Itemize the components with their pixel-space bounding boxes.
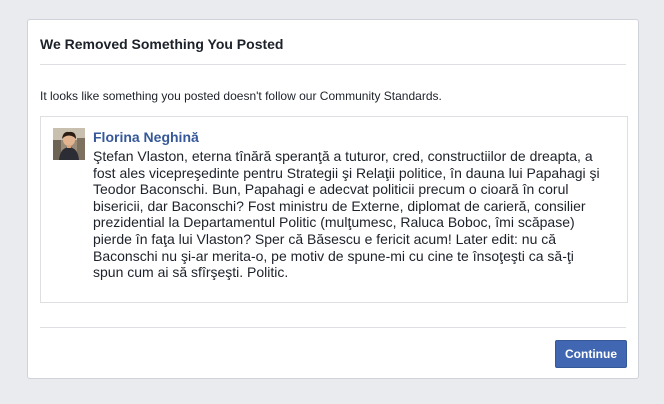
dialog-message: It looks like something you posted doesn… [40,89,442,103]
footer-divider [40,327,626,328]
user-photo-icon [53,128,85,160]
dialog-title: We Removed Something You Posted [40,36,284,52]
removed-post-preview: Florina Neghină Ştefan Vlaston, eterna t… [40,116,628,303]
continue-button[interactable]: Continue [555,340,627,368]
post-author-link[interactable]: Florina Neghină [93,129,199,145]
avatar[interactable] [53,128,85,160]
removed-post-dialog: We Removed Something You Posted It looks… [27,19,639,379]
post-text: Ştefan Vlaston, eterna tînără speranţă a… [93,148,600,281]
header-divider [40,64,626,65]
